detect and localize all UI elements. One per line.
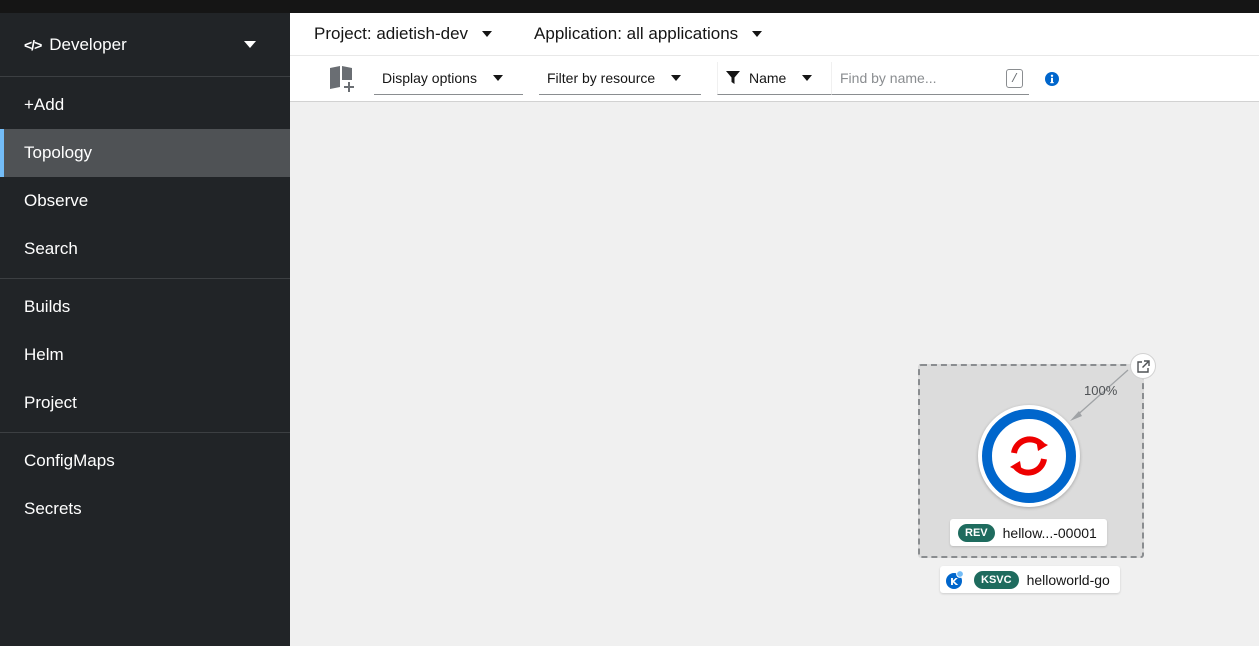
revision-node[interactable]: [978, 405, 1080, 507]
nav-item-topology[interactable]: Topology: [0, 129, 290, 177]
revision-badge: REV: [958, 523, 995, 542]
project-label: Project: adietish-dev: [314, 24, 469, 43]
project-dropdown[interactable]: Project: adietish-dev: [314, 24, 493, 44]
service-name: helloworld-go: [1026, 571, 1110, 588]
revision-label[interactable]: REV hellow...-00001: [950, 519, 1107, 546]
topology-canvas[interactable]: 100% REV hellow...-00001 K KSVC hellowor…: [290, 102, 1259, 646]
perspective-switcher[interactable]: </> Developer: [0, 13, 290, 77]
nav-item-helm[interactable]: Helm: [0, 331, 290, 379]
sidebar: </> Developer +Add Topology Observe Sear…: [0, 13, 290, 646]
filter-icon: [726, 71, 740, 84]
traffic-percentage: 100%: [1084, 383, 1118, 398]
openshift-logo-icon: [982, 409, 1076, 503]
code-icon: </>: [24, 36, 42, 53]
nav-group-resources: Builds Helm Project: [0, 279, 290, 433]
service-badge: KSVC: [974, 570, 1019, 589]
find-by-name-input[interactable]: [840, 70, 1000, 86]
filter-type-dropdown[interactable]: Name: [717, 62, 831, 95]
application-dropdown[interactable]: Application: all applications: [534, 24, 763, 44]
service-label[interactable]: K KSVC helloworld-go: [940, 566, 1120, 593]
nav-item-project[interactable]: Project: [0, 379, 290, 427]
perspective-label: Developer: [49, 34, 127, 54]
external-link-icon: [1136, 359, 1150, 373]
caret-down-icon: [492, 75, 503, 81]
nav-item-configmaps[interactable]: ConfigMaps: [0, 437, 290, 485]
filter-by-resource-label: Filter by resource: [547, 70, 656, 86]
caret-down-icon: [671, 75, 682, 81]
open-url-button[interactable]: [1130, 353, 1156, 379]
nav-item-secrets[interactable]: Secrets: [0, 485, 290, 533]
context-bar: Project: adietish-dev Application: all a…: [290, 13, 1259, 56]
caret-down-icon: [482, 31, 493, 37]
quick-search-icon[interactable]: [328, 65, 358, 93]
topology-toolbar: Display options Filter by resource Name …: [290, 56, 1259, 102]
filter-type-label: Name: [749, 70, 787, 86]
nav-group-main: +Add Topology Observe Search: [0, 77, 290, 279]
filter-by-resource-dropdown[interactable]: Filter by resource: [539, 62, 701, 95]
info-icon[interactable]: [1045, 71, 1059, 86]
caret-down-icon: [244, 41, 256, 48]
main-content: Project: adietish-dev Application: all a…: [290, 13, 1259, 646]
caret-down-icon: [802, 75, 813, 81]
revision-name: hellow...-00001: [1002, 524, 1097, 541]
caret-down-icon: [752, 31, 763, 37]
svg-text:K: K: [950, 577, 959, 588]
nav-item-observe[interactable]: Observe: [0, 177, 290, 225]
display-options-label: Display options: [382, 70, 477, 86]
nav-item-builds[interactable]: Builds: [0, 283, 290, 331]
nav-item-search[interactable]: Search: [0, 225, 290, 273]
display-options-dropdown[interactable]: Display options: [374, 62, 523, 95]
nav-group-config: ConfigMaps Secrets: [0, 433, 290, 538]
masthead: [0, 0, 1259, 13]
knative-icon: K: [946, 569, 964, 589]
shortcut-key-hint: /: [1006, 69, 1023, 88]
find-by-name-field[interactable]: /: [831, 62, 1029, 95]
application-label: Application: all applications: [534, 24, 739, 43]
nav-item-add[interactable]: +Add: [0, 81, 290, 129]
